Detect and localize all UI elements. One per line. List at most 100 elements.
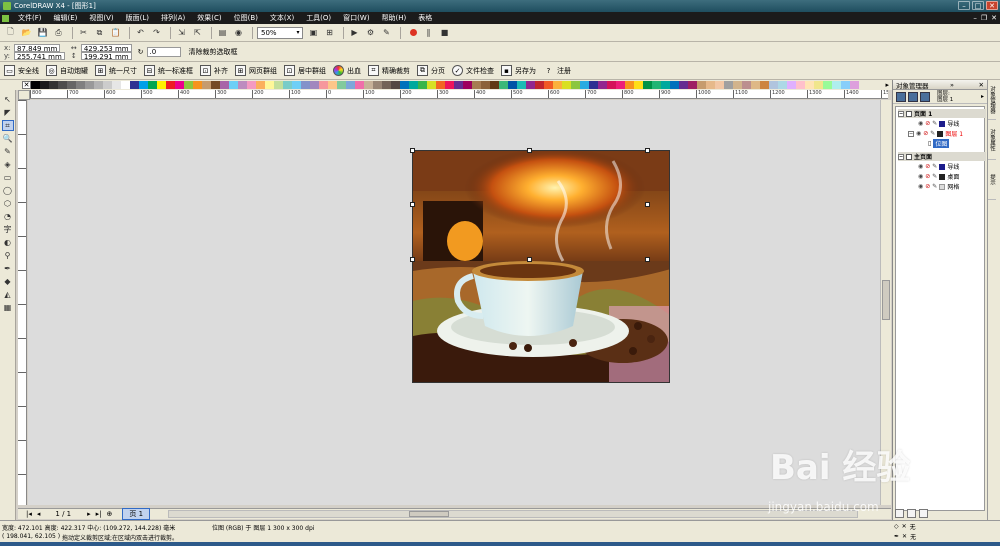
menu-edit[interactable]: 编辑(E) bbox=[54, 13, 78, 23]
docker-close-icon[interactable]: ✕ bbox=[979, 81, 984, 89]
color-swatch[interactable] bbox=[661, 81, 670, 89]
first-page-icon[interactable]: |◂ bbox=[26, 510, 32, 518]
vertical-ruler[interactable] bbox=[18, 100, 27, 505]
page-tab[interactable]: 页 1 bbox=[122, 508, 151, 520]
color-swatch[interactable] bbox=[283, 81, 292, 89]
edit-pencil-icon[interactable]: ✎ bbox=[932, 120, 937, 127]
menu-layout[interactable]: 版面(L) bbox=[126, 13, 149, 23]
color-swatch[interactable] bbox=[526, 81, 535, 89]
color-swatch[interactable] bbox=[292, 81, 301, 89]
color-swatch[interactable] bbox=[85, 81, 94, 89]
show-properties-icon[interactable] bbox=[896, 91, 906, 102]
last-page-icon[interactable]: ▸| bbox=[96, 510, 102, 518]
crop-handle-bottom-right[interactable] bbox=[645, 257, 650, 262]
docker-menu-arrow-icon[interactable]: ▸ bbox=[981, 93, 984, 100]
visibility-eye-icon[interactable]: ◉ bbox=[918, 120, 923, 127]
color-swatch[interactable] bbox=[391, 81, 400, 89]
auto-button[interactable]: ◎ 自动炮罐 bbox=[46, 65, 88, 76]
color-swatch[interactable] bbox=[562, 81, 571, 89]
tree-layer-1[interactable]: − ◉ ⊘ ✎ 图层 1 bbox=[908, 129, 963, 138]
outline-indicator[interactable]: ✒ ✕ 无 bbox=[894, 532, 916, 541]
tree-layer-guides[interactable]: ◉ ⊘ ✎ 导线 bbox=[918, 119, 959, 128]
color-swatch[interactable] bbox=[247, 81, 256, 89]
print-icon[interactable]: ⊘ bbox=[925, 173, 930, 180]
horizontal-ruler[interactable]: 800 700 600 500 400 300 200 100 0 100 200 300 400 500… bbox=[30, 90, 888, 99]
color-swatch[interactable] bbox=[130, 81, 139, 89]
color-swatch[interactable] bbox=[319, 81, 328, 89]
crop-handle-bottom-left[interactable] bbox=[410, 257, 415, 262]
color-swatch[interactable] bbox=[364, 81, 373, 89]
save-icon[interactable]: 💾 bbox=[36, 26, 49, 39]
crop-handle-top[interactable] bbox=[527, 148, 532, 153]
menu-window[interactable]: 窗口(W) bbox=[343, 13, 369, 23]
x-field[interactable]: 87.849 mm bbox=[14, 43, 61, 53]
color-swatch[interactable] bbox=[607, 81, 616, 89]
color-swatch[interactable] bbox=[76, 81, 85, 89]
color-swatch[interactable] bbox=[760, 81, 769, 89]
interactive-blend-icon[interactable]: ◐ bbox=[2, 237, 14, 248]
color-swatch[interactable] bbox=[238, 81, 247, 89]
register-button[interactable]: ? 注册 bbox=[543, 65, 571, 76]
record-icon[interactable] bbox=[410, 29, 417, 36]
color-swatch[interactable] bbox=[499, 81, 508, 89]
ellipse-tool-icon[interactable]: ◯ bbox=[2, 185, 14, 196]
color-swatch[interactable] bbox=[688, 81, 697, 89]
menu-help[interactable]: 帮助(H) bbox=[382, 13, 407, 23]
print-icon[interactable]: ⊘ bbox=[925, 120, 930, 127]
width-field[interactable]: 429.253 mm bbox=[80, 43, 132, 53]
color-swatch[interactable] bbox=[112, 81, 121, 89]
color-swatch[interactable] bbox=[427, 81, 436, 89]
standard-frame-button[interactable]: ⊟ 统一标准框 bbox=[144, 65, 193, 76]
doc-minimize-icon[interactable]: – bbox=[973, 14, 977, 22]
copy-icon[interactable]: ⧉ bbox=[93, 26, 106, 39]
menu-effects[interactable]: 效果(C) bbox=[197, 13, 221, 23]
color-swatch[interactable] bbox=[805, 81, 814, 89]
prev-page-icon[interactable]: ◂ bbox=[37, 510, 41, 518]
tree-master-grid[interactable]: ◉ ⊘ ✎ 网格 bbox=[918, 182, 959, 191]
bitmap-image[interactable] bbox=[412, 150, 670, 383]
color-swatch[interactable] bbox=[418, 81, 427, 89]
color-swatch[interactable] bbox=[643, 81, 652, 89]
color-swatch[interactable] bbox=[589, 81, 598, 89]
paste-icon[interactable]: 📋 bbox=[109, 26, 122, 39]
menu-table[interactable]: 表格 bbox=[418, 13, 432, 23]
color-swatch[interactable] bbox=[679, 81, 688, 89]
menu-text[interactable]: 文本(X) bbox=[270, 13, 294, 23]
pick-tool-icon[interactable]: ↖ bbox=[2, 94, 14, 105]
rectangle-tool-icon[interactable]: ▭ bbox=[2, 172, 14, 183]
bleed-button[interactable]: 出血 bbox=[333, 65, 361, 76]
color-swatch[interactable] bbox=[166, 81, 175, 89]
tab-hints[interactable]: 提示 bbox=[988, 160, 996, 200]
color-swatch[interactable] bbox=[787, 81, 796, 89]
delete-icon[interactable] bbox=[919, 509, 928, 518]
visibility-eye-icon[interactable]: ◉ bbox=[918, 183, 923, 190]
visibility-eye-icon[interactable]: ◉ bbox=[918, 163, 923, 170]
print-icon[interactable]: ⎙ bbox=[52, 26, 65, 39]
application-launcher-icon[interactable]: ▤ bbox=[216, 26, 229, 39]
menu-tools[interactable]: 工具(O) bbox=[306, 13, 331, 23]
color-swatch[interactable] bbox=[625, 81, 634, 89]
table-tool-icon[interactable]: ▦ bbox=[2, 302, 14, 313]
color-swatch[interactable] bbox=[580, 81, 589, 89]
crop-handle-right[interactable] bbox=[645, 202, 650, 207]
tree-master-guides[interactable]: ◉ ⊘ ✎ 导线 bbox=[918, 162, 959, 171]
color-swatch[interactable] bbox=[841, 81, 850, 89]
minimize-icon[interactable]: – bbox=[958, 1, 970, 10]
color-swatch[interactable] bbox=[850, 81, 859, 89]
menu-file[interactable]: 文件(F) bbox=[18, 13, 42, 23]
menu-bitmaps[interactable]: 位图(B) bbox=[234, 13, 258, 23]
polygon-tool-icon[interactable]: ⬡ bbox=[2, 198, 14, 209]
vertical-scroll-thumb[interactable] bbox=[882, 280, 890, 320]
color-swatch[interactable] bbox=[472, 81, 481, 89]
docker-collapse-icon[interactable]: » bbox=[950, 81, 954, 89]
color-swatch[interactable] bbox=[121, 81, 130, 89]
color-swatch[interactable] bbox=[832, 81, 841, 89]
eyedropper-tool-icon[interactable]: ⚲ bbox=[2, 250, 14, 261]
edit-pencil-icon[interactable]: ✎ bbox=[932, 183, 937, 190]
color-swatch[interactable] bbox=[184, 81, 193, 89]
visibility-eye-icon[interactable]: ◉ bbox=[916, 130, 921, 137]
color-swatch[interactable] bbox=[211, 81, 220, 89]
center-group-button[interactable]: ⊡ 居中群组 bbox=[284, 65, 326, 76]
color-swatch[interactable] bbox=[49, 81, 58, 89]
color-swatch[interactable] bbox=[697, 81, 706, 89]
